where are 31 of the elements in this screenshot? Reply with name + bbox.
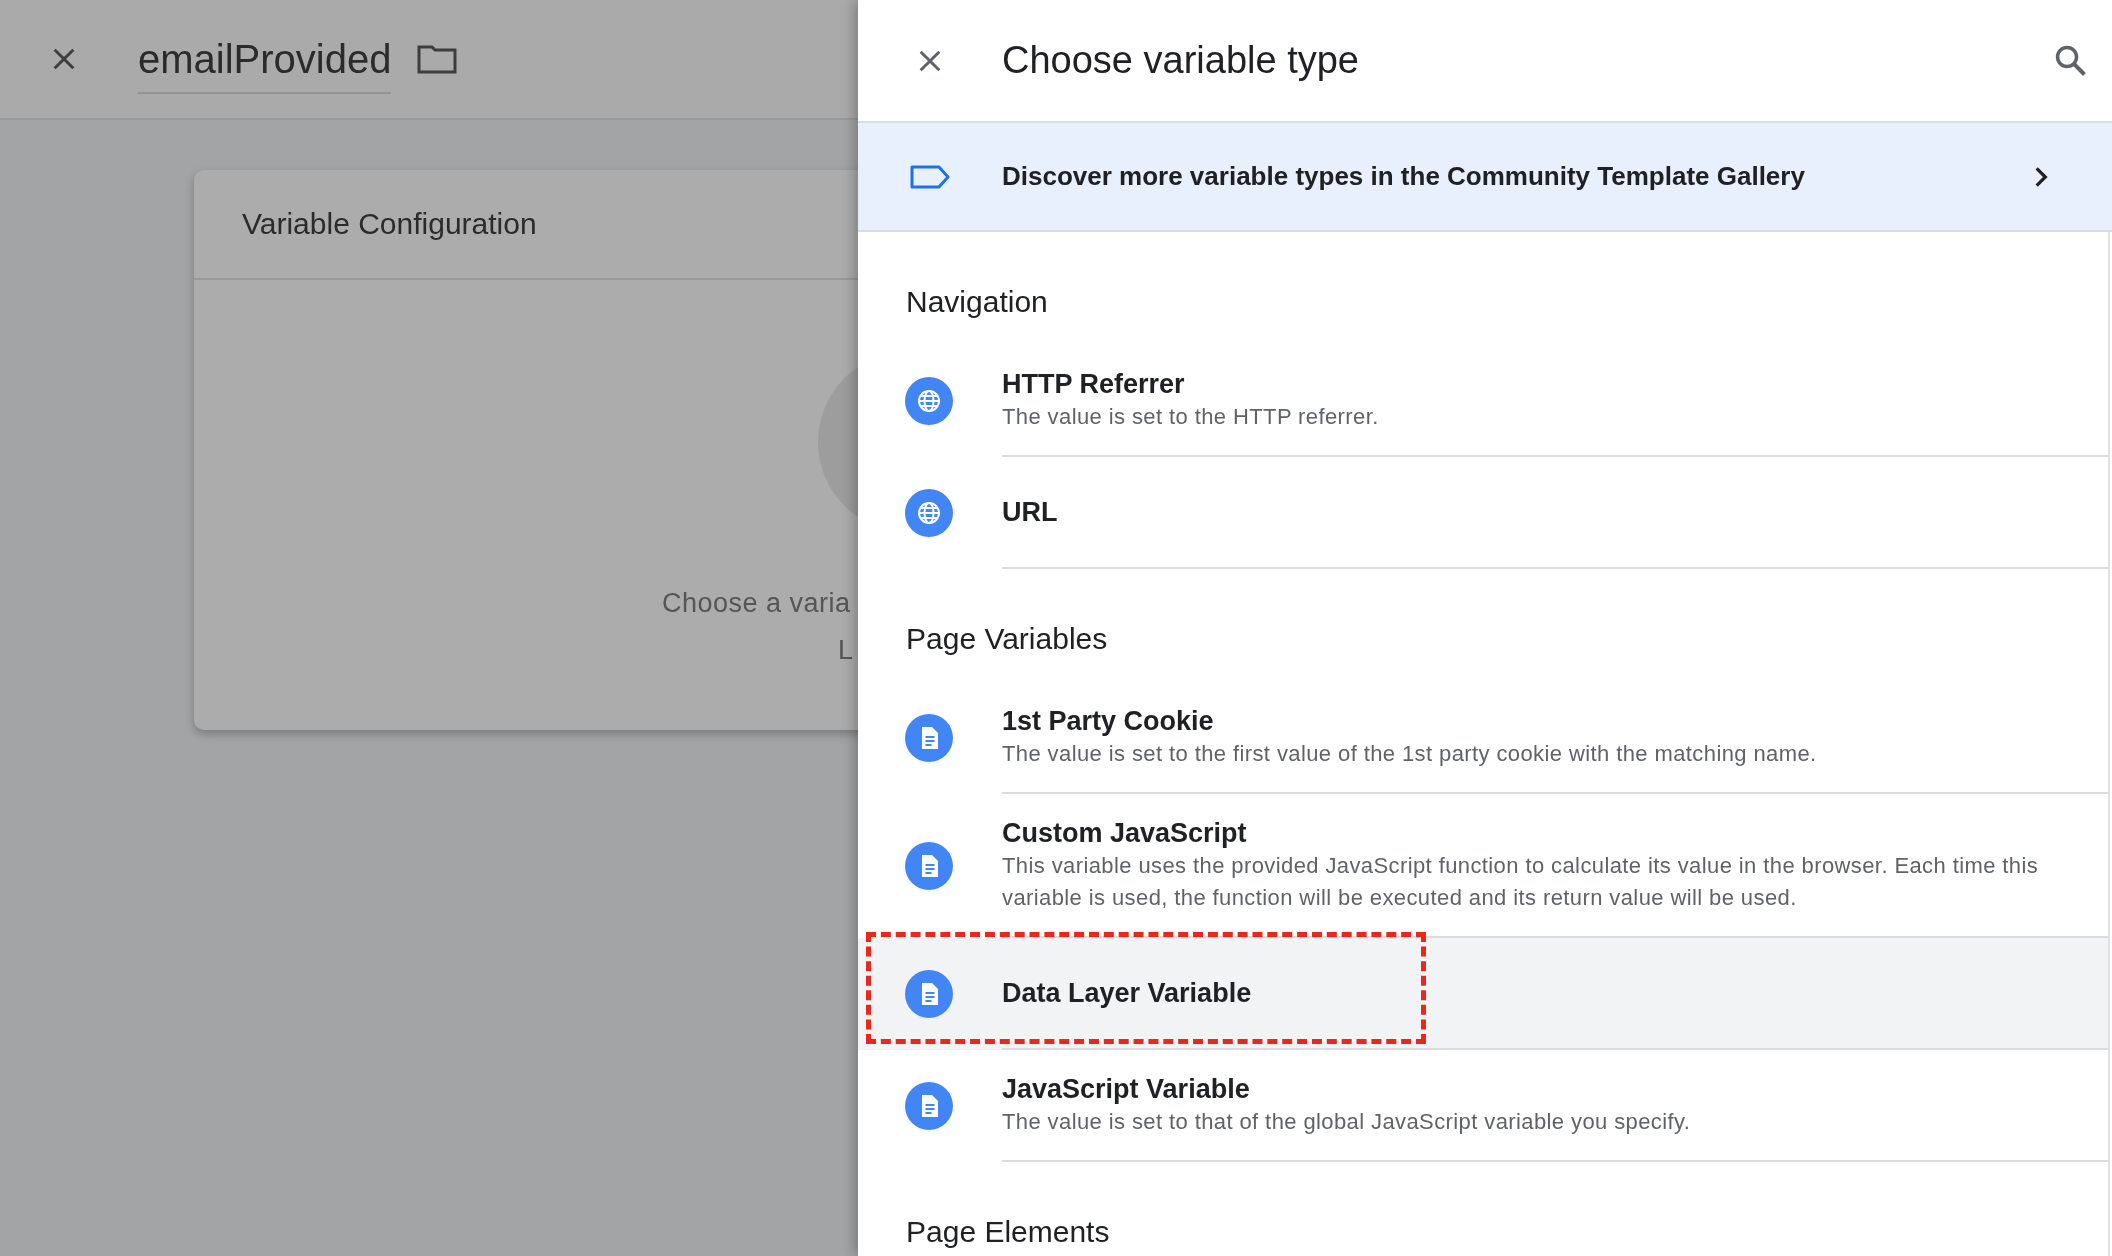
folder-icon[interactable] xyxy=(417,44,458,74)
hint-text: L xyxy=(838,635,854,666)
globe-icon xyxy=(905,489,953,537)
item-description: This variable uses the provided JavaScript function to calculate its value in the browser. Each time this variable is used, the function will be executed and its return value will be used. xyxy=(1002,852,2040,912)
item-title: Custom JavaScript xyxy=(1002,817,1248,850)
document-icon xyxy=(905,970,953,1018)
item-title: Data Layer Variable xyxy=(1002,977,1253,1010)
variable-type-item[interactable]: 1st Party Cookie The value is set to the first value of the 1st party cookie with the matching name. xyxy=(858,682,2108,794)
section-heading: Page Variables xyxy=(905,621,1109,657)
hint-text: Choose a varia xyxy=(662,588,851,619)
item-title: HTTP Referrer xyxy=(1002,368,1186,401)
item-description: The value is set to that of the global JavaScript variable you specify. xyxy=(1002,1108,1692,1136)
item-description: The value is set to the HTTP referrer. xyxy=(1002,403,1380,431)
item-description: The value is set to the first value of the 1st party cookie with the matching name. xyxy=(1002,740,1818,768)
variable-type-item[interactable]: HTTP Referrer The value is set to the HTTP referrer. xyxy=(858,345,2108,457)
card-title: Variable Configuration xyxy=(242,207,537,241)
panel-title: Choose variable type xyxy=(1002,39,1360,82)
section-heading: Page Elements xyxy=(905,1214,1111,1250)
document-icon xyxy=(905,714,953,762)
item-title: URL xyxy=(1002,496,1059,529)
variable-type-item[interactable]: JavaScript Variable The value is set to that of the global JavaScript variable you specify. xyxy=(858,1050,2108,1162)
item-title: 1st Party Cookie xyxy=(1002,705,1215,738)
document-icon xyxy=(905,1082,953,1130)
item-title: JavaScript Variable xyxy=(1002,1073,1251,1106)
tag-icon xyxy=(910,164,950,189)
gallery-banner[interactable]: Discover more variable types in the Community Template Gallery xyxy=(858,121,2112,232)
variable-name-field[interactable]: emailProvided xyxy=(138,36,392,94)
section-heading: Navigation xyxy=(905,284,1049,320)
globe-icon xyxy=(905,377,953,425)
document-icon xyxy=(905,842,953,890)
variable-type-item[interactable]: URL xyxy=(858,457,2108,569)
